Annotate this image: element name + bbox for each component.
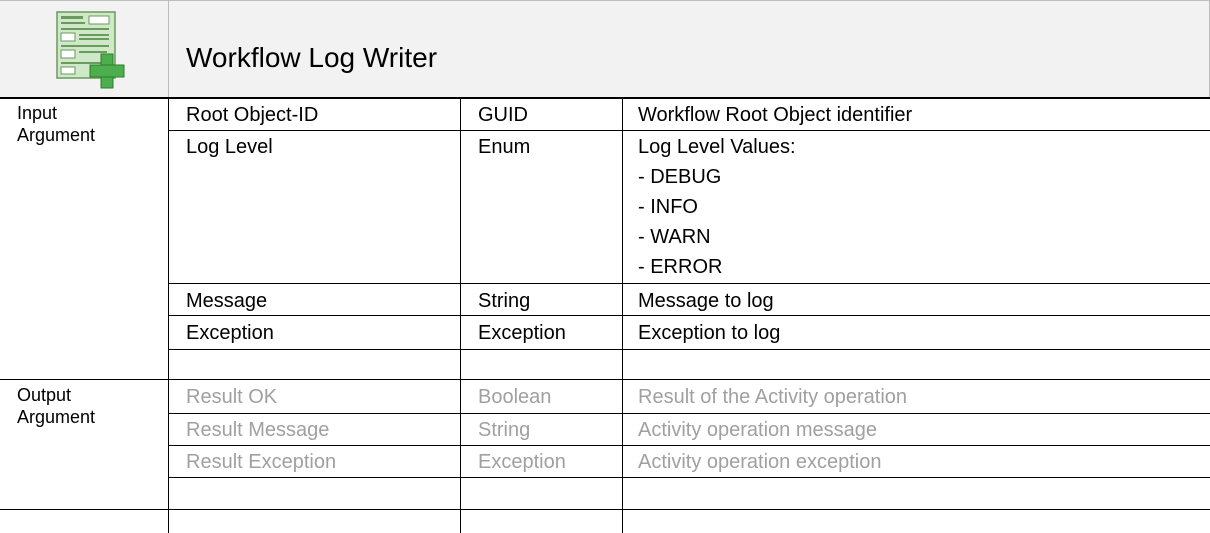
section-divider <box>0 379 1210 380</box>
argument-name: Root Object-ID <box>186 104 319 126</box>
row-divider <box>168 315 1210 316</box>
input-section-label-line2: Argument <box>17 125 96 145</box>
argument-name: Result Message <box>186 419 330 441</box>
argument-type: GUID <box>478 104 528 126</box>
header-divider <box>0 97 1210 99</box>
section-divider <box>0 509 1210 510</box>
enum-value: - WARN <box>638 226 711 248</box>
row-divider <box>168 413 1210 414</box>
argument-name: Log Level <box>186 136 273 158</box>
enum-value: - DEBUG <box>638 166 722 188</box>
input-section-label-line1: Input <box>17 103 58 123</box>
argument-description: Result of the Activity operation <box>638 386 908 408</box>
argument-type: Exception <box>478 451 566 473</box>
argument-type: Exception <box>478 322 566 344</box>
column-divider <box>622 99 623 533</box>
argument-type: String <box>478 419 531 441</box>
argument-description: Exception to log <box>638 322 781 344</box>
header-column-divider <box>168 0 169 97</box>
argument-type: Boolean <box>478 386 552 408</box>
row-divider <box>168 477 1210 478</box>
column-divider <box>460 99 461 533</box>
argument-description: Activity operation message <box>638 419 878 441</box>
argument-type: String <box>478 290 531 312</box>
column-divider <box>168 99 169 533</box>
argument-type: Enum <box>478 136 531 158</box>
row-divider <box>168 130 1210 131</box>
row-divider <box>168 283 1210 284</box>
argument-name: Result Exception <box>186 451 337 473</box>
argument-description: Workflow Root Object identifier <box>638 104 913 126</box>
output-section-label-line1: Output <box>17 385 72 405</box>
argument-description: Log Level Values: <box>638 136 796 158</box>
argument-name: Result OK <box>186 386 278 408</box>
row-divider <box>168 349 1210 350</box>
argument-description: Activity operation exception <box>638 451 882 473</box>
output-section-label-line2: Argument <box>17 407 96 427</box>
enum-value: - ERROR <box>638 256 723 278</box>
row-divider <box>168 445 1210 446</box>
top-border <box>0 0 1210 1</box>
argument-name: Message <box>186 290 268 312</box>
argument-name: Exception <box>186 322 274 344</box>
enum-value: - INFO <box>638 196 698 218</box>
table-grid <box>0 0 1210 533</box>
workflow-log-writer-table: Workflow Log Writer Input Argument Root … <box>0 0 1210 533</box>
argument-description: Message to log <box>638 290 774 312</box>
